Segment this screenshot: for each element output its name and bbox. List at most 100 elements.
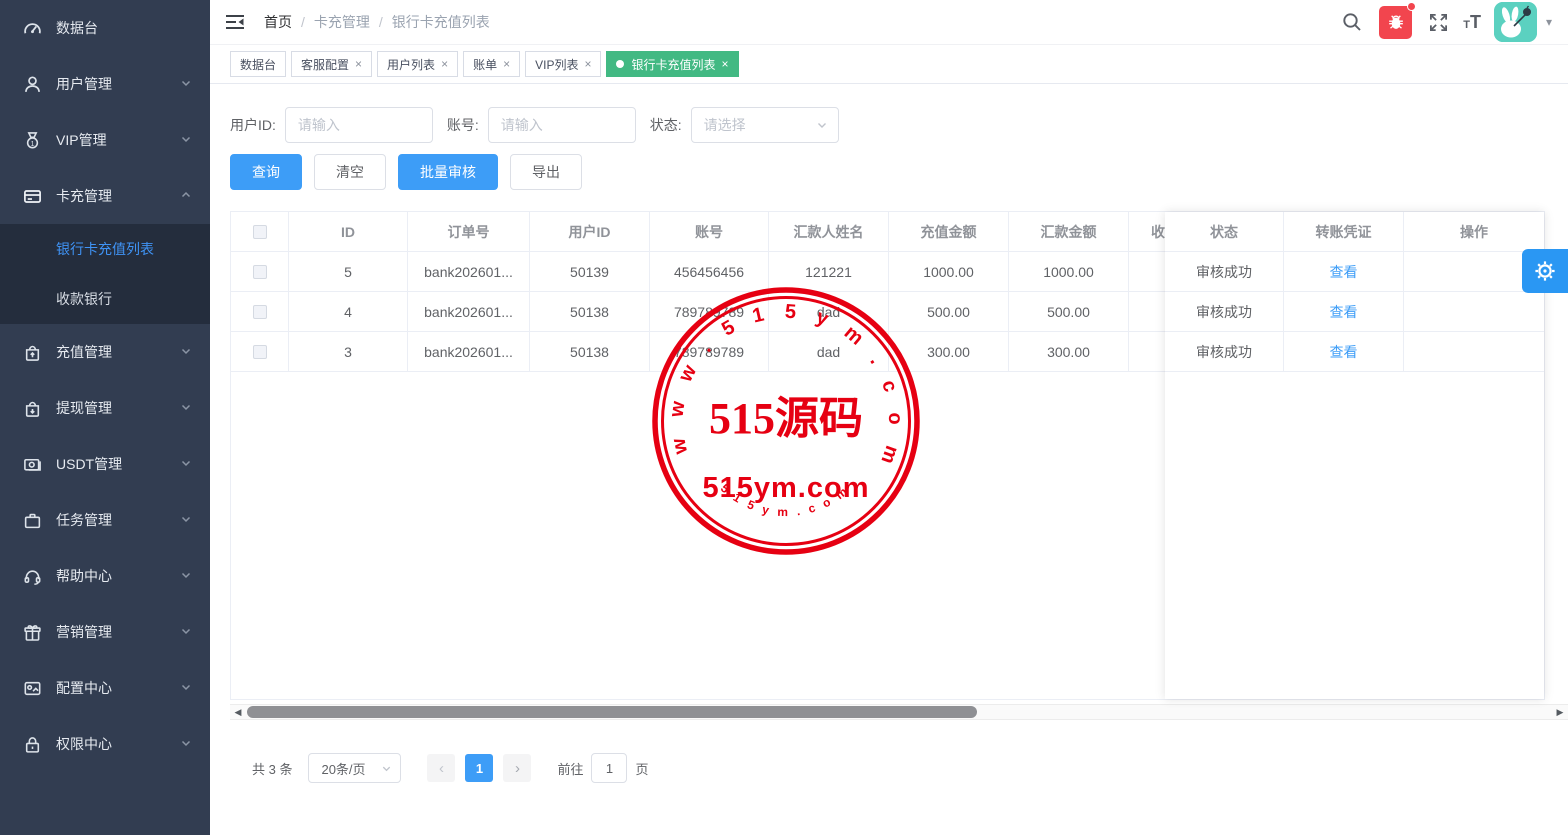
- column-header-order-no: 订单号: [408, 212, 530, 251]
- chevron-down-icon: [180, 76, 192, 92]
- close-icon[interactable]: ×: [503, 58, 510, 70]
- sidebar-item-tasks[interactable]: 任务管理: [0, 492, 210, 548]
- row-checkbox[interactable]: [253, 265, 267, 279]
- top-bar: 首页 / 卡充管理 / 银行卡充值列表 TT ▾: [210, 0, 1568, 45]
- chevron-down-icon: [180, 568, 192, 584]
- view-voucher-link[interactable]: 查看: [1330, 342, 1358, 362]
- column-settings-button[interactable]: [1522, 249, 1568, 293]
- sidebar-item-help[interactable]: 帮助中心: [0, 548, 210, 604]
- pagination: 共 3 条 20条/页 ‹ 1 › 前往 页: [252, 753, 1568, 783]
- action-buttons: 查询 清空 批量审核 导出: [230, 154, 1568, 190]
- row-checkbox[interactable]: [253, 305, 267, 319]
- column-header-status: 状态: [1165, 212, 1284, 251]
- tab-dashboard[interactable]: 数据台: [230, 51, 286, 77]
- chevron-down-icon: [180, 400, 192, 416]
- column-header-payer: 汇款人姓名: [769, 212, 889, 251]
- sidebar-item-withdraw[interactable]: 提现管理: [0, 380, 210, 436]
- horizontal-scrollbar: ◀ ▶: [230, 704, 1568, 720]
- select-all-checkbox[interactable]: [253, 225, 267, 239]
- column-header-voucher: 转账凭证: [1284, 212, 1404, 251]
- scrollbar-thumb[interactable]: [247, 706, 977, 718]
- user-id-label: 用户ID:: [230, 115, 276, 135]
- breadcrumb-home[interactable]: 首页: [264, 12, 292, 32]
- chevron-down-icon: [180, 344, 192, 360]
- view-voucher-link[interactable]: 查看: [1330, 262, 1358, 282]
- user-id-input[interactable]: [285, 107, 433, 143]
- sidebar-item-usdt[interactable]: USDT管理: [0, 436, 210, 492]
- page-unit-label: 页: [635, 759, 648, 778]
- page-number-1[interactable]: 1: [465, 754, 493, 782]
- status-text: 审核成功: [1165, 332, 1284, 371]
- sidebar-item-vip[interactable]: 1 VIP管理: [0, 112, 210, 168]
- batch-audit-button[interactable]: 批量审核: [398, 154, 498, 190]
- sidebar-item-recharge[interactable]: 充值管理: [0, 324, 210, 380]
- sidebar-item-receiving-bank[interactable]: 收款银行: [0, 274, 210, 324]
- scroll-left-arrow-icon[interactable]: ◀: [232, 706, 244, 718]
- tab-user-list[interactable]: 用户列表 ×: [377, 51, 458, 77]
- clear-button[interactable]: 清空: [314, 154, 386, 190]
- chevron-down-icon: [381, 763, 392, 774]
- sidebar-item-dashboard[interactable]: 数据台: [0, 0, 210, 56]
- scroll-right-arrow-icon[interactable]: ▶: [1554, 706, 1566, 718]
- chevron-up-icon: [180, 188, 192, 204]
- close-icon[interactable]: ×: [441, 58, 448, 70]
- config-icon: [22, 678, 42, 698]
- bug-report-button[interactable]: [1379, 6, 1412, 39]
- row-checkbox[interactable]: [253, 345, 267, 359]
- status-select[interactable]: 请选择: [691, 107, 839, 143]
- bank-card-icon: [22, 186, 42, 206]
- page-size-select[interactable]: 20条/页: [308, 753, 401, 783]
- vip-medal-icon: 1: [22, 130, 42, 150]
- view-voucher-link[interactable]: 查看: [1330, 302, 1358, 322]
- account-input[interactable]: [488, 107, 636, 143]
- column-header-id: ID: [289, 212, 408, 251]
- user-icon: [22, 74, 42, 94]
- fullscreen-icon[interactable]: [1429, 13, 1448, 32]
- filter-row: 用户ID: 账号: 状态: 请选择: [230, 107, 1568, 143]
- search-button[interactable]: 查询: [230, 154, 302, 190]
- breadcrumb: 首页 / 卡充管理 / 银行卡充值列表: [264, 12, 490, 32]
- column-header-user-id: 用户ID: [530, 212, 650, 251]
- chevron-down-icon: [180, 680, 192, 696]
- sidebar-item-users[interactable]: 用户管理: [0, 56, 210, 112]
- sidebar-item-permissions[interactable]: 权限中心: [0, 716, 210, 772]
- column-header-remit: 汇款金额: [1009, 212, 1129, 251]
- sidebar: 数据台 用户管理 1 VIP管理 卡充管理 银行卡充值列表 收款银行: [0, 0, 210, 835]
- caret-down-icon[interactable]: ▾: [1546, 15, 1552, 29]
- close-icon[interactable]: ×: [584, 58, 591, 70]
- font-size-icon[interactable]: TT: [1463, 13, 1481, 31]
- chevron-down-icon: [180, 456, 192, 472]
- sidebar-item-card-recharge[interactable]: 卡充管理: [0, 168, 210, 224]
- task-briefcase-icon: [22, 510, 42, 530]
- header-actions: TT ▾: [1342, 2, 1552, 42]
- tab-bills[interactable]: 账单 ×: [463, 51, 520, 77]
- notification-dot: [1407, 2, 1416, 11]
- prev-page-button[interactable]: ‹: [427, 754, 455, 782]
- export-button[interactable]: 导出: [510, 154, 582, 190]
- chevron-down-icon: [816, 119, 828, 131]
- total-count: 共 3 条: [252, 759, 292, 778]
- avatar[interactable]: [1494, 2, 1537, 42]
- tab-customer-service-config[interactable]: 客服配置 ×: [291, 51, 372, 77]
- sidebar-fold-icon[interactable]: [226, 13, 248, 31]
- sidebar-item-bank-card-recharge-list[interactable]: 银行卡充值列表: [0, 224, 210, 274]
- next-page-button[interactable]: ›: [503, 754, 531, 782]
- active-tab-dot: [616, 60, 624, 68]
- sidebar-item-marketing[interactable]: 营销管理: [0, 604, 210, 660]
- goto-page-input[interactable]: [591, 753, 627, 783]
- column-header-truncated: 收: [1129, 212, 1167, 251]
- tab-vip-list[interactable]: VIP列表 ×: [525, 51, 601, 77]
- chevron-down-icon: [180, 512, 192, 528]
- close-icon[interactable]: ×: [355, 58, 362, 70]
- status-text: 审核成功: [1165, 292, 1284, 331]
- tag-tabs-bar: 数据台 客服配置 × 用户列表 × 账单 × VIP列表 × 银行卡充值列表 ×: [210, 45, 1568, 84]
- close-icon[interactable]: ×: [721, 58, 728, 70]
- recharge-bag-icon: [22, 342, 42, 362]
- search-icon[interactable]: [1342, 12, 1362, 32]
- account-label: 账号:: [447, 115, 479, 135]
- breadcrumb-level1[interactable]: 卡充管理: [314, 12, 370, 32]
- withdraw-bag-icon: [22, 398, 42, 418]
- fixed-right-columns: 状态 转账凭证 操作 审核成功 查看 审核成功 查看 审核成功 查看: [1165, 212, 1544, 699]
- sidebar-item-config[interactable]: 配置中心: [0, 660, 210, 716]
- tab-bank-card-recharge-list[interactable]: 银行卡充值列表 ×: [606, 51, 738, 77]
